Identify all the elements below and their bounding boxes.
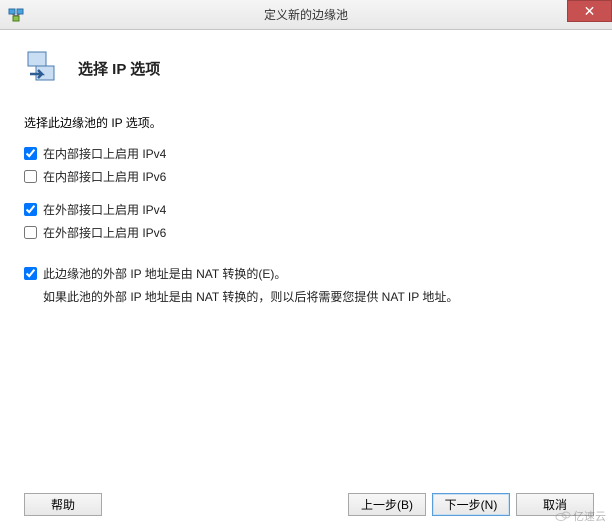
label-external-ipv6[interactable]: 在外部接口上启用 IPv6 [43,224,166,241]
option-internal-ipv4: 在内部接口上启用 IPv4 [24,145,588,162]
label-external-ipv4[interactable]: 在外部接口上启用 IPv4 [43,201,166,218]
wizard-header: 选择 IP 选项 [24,48,588,88]
option-external-ipv6: 在外部接口上启用 IPv6 [24,224,588,241]
button-bar: 帮助 上一步(B) 下一步(N) 取消 [0,493,612,516]
window-title: 定义新的边缘池 [0,6,612,23]
checkbox-nat[interactable] [24,267,37,280]
dialog-content: 选择 IP 选项 选择此边缘池的 IP 选项。 在内部接口上启用 IPv4 在内… [0,30,612,470]
checkbox-external-ipv6[interactable] [24,226,37,239]
label-internal-ipv4[interactable]: 在内部接口上启用 IPv4 [43,145,166,162]
instruction-text: 选择此边缘池的 IP 选项。 [24,114,588,131]
page-title: 选择 IP 选项 [78,58,160,79]
label-internal-ipv6[interactable]: 在内部接口上启用 IPv6 [43,168,166,185]
checkbox-external-ipv4[interactable] [24,203,37,216]
watermark-text: 亿速云 [573,508,606,524]
close-button[interactable]: ✕ [567,0,612,22]
watermark: 亿速云 [555,508,606,524]
option-external-ipv4: 在外部接口上启用 IPv4 [24,201,588,218]
back-button[interactable]: 上一步(B) [348,493,426,516]
checkbox-internal-ipv6[interactable] [24,170,37,183]
checkbox-internal-ipv4[interactable] [24,147,37,160]
nat-note: 如果此池的外部 IP 地址是由 NAT 转换的，则以后将需要您提供 NAT IP… [43,288,588,305]
next-button[interactable]: 下一步(N) [432,493,510,516]
option-internal-ipv6: 在内部接口上启用 IPv6 [24,168,588,185]
label-nat[interactable]: 此边缘池的外部 IP 地址是由 NAT 转换的(E)。 [43,265,286,282]
wizard-icon [24,48,64,88]
help-button[interactable]: 帮助 [24,493,102,516]
titlebar: 定义新的边缘池 ✕ [0,0,612,30]
option-nat: 此边缘池的外部 IP 地址是由 NAT 转换的(E)。 [24,265,588,282]
